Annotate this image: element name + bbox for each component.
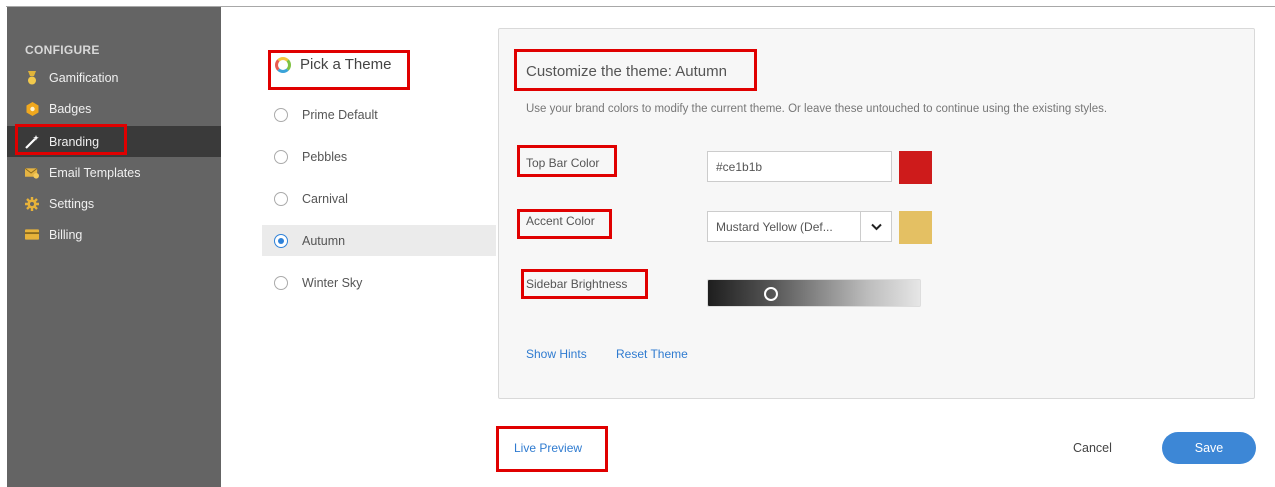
highlight-pick-theme — [268, 50, 410, 90]
email-icon — [25, 166, 39, 180]
accent-color-value: Mustard Yellow (Def... — [716, 220, 833, 234]
top-bar-color-swatch[interactable] — [899, 151, 932, 184]
radio-button[interactable] — [274, 149, 288, 164]
sidebar: CONFIGURE Gamification Badges Branding E… — [7, 7, 221, 487]
theme-option-carnival[interactable]: Carnival — [262, 183, 496, 214]
highlight-accent-color — [517, 209, 612, 239]
theme-option-label: Autumn — [302, 233, 346, 248]
reset-theme-link[interactable]: Reset Theme — [616, 347, 688, 361]
cancel-button[interactable]: Cancel — [1073, 441, 1112, 455]
sidebar-heading: CONFIGURE — [25, 43, 100, 57]
radio-button[interactable] — [274, 275, 288, 290]
radio-button[interactable] — [274, 191, 288, 206]
save-button[interactable]: Save — [1162, 432, 1256, 464]
sidebar-item-label: Settings — [49, 196, 95, 211]
sidebar-item-label: Email Templates — [49, 165, 141, 180]
top-bar-color-input[interactable]: #ce1b1b — [707, 151, 892, 182]
sidebar-item-billing[interactable]: Billing — [7, 219, 221, 250]
theme-option-label: Winter Sky — [302, 275, 363, 290]
slider-handle[interactable] — [764, 287, 778, 301]
sidebar-item-badges[interactable]: Badges — [7, 93, 221, 124]
sidebar-item-gamification[interactable]: Gamification — [7, 62, 221, 93]
accent-color-select[interactable]: Mustard Yellow (Def... — [707, 211, 892, 242]
sidebar-brightness-slider[interactable] — [707, 279, 921, 307]
radio-button[interactable] — [274, 107, 288, 122]
accent-color-swatch[interactable] — [899, 211, 932, 244]
highlight-top-bar-color — [517, 145, 617, 177]
customize-description: Use your brand colors to modify the curr… — [526, 103, 1108, 115]
sidebar-item-settings[interactable]: Settings — [7, 188, 221, 219]
theme-option-prime-default[interactable]: Prime Default — [262, 99, 496, 130]
gear-icon — [25, 196, 39, 211]
theme-option-label: Pebbles — [302, 149, 348, 164]
show-hints-link[interactable]: Show Hints — [526, 347, 587, 361]
highlight-customize-title — [514, 49, 757, 91]
sidebar-item-email-templates[interactable]: Email Templates — [7, 157, 221, 188]
theme-option-autumn[interactable]: Autumn — [262, 225, 496, 256]
highlight-sidebar-brightness — [521, 269, 648, 299]
chevron-down-icon[interactable] — [860, 212, 891, 241]
highlight-live-preview — [496, 426, 608, 472]
theme-option-label: Carnival — [302, 191, 348, 206]
highlight-branding — [15, 124, 127, 155]
sidebar-item-label: Gamification — [49, 70, 119, 85]
badge-icon — [25, 101, 39, 116]
sidebar-item-label: Badges — [49, 101, 92, 116]
theme-option-label: Prime Default — [302, 107, 378, 122]
medal-icon — [25, 70, 39, 85]
theme-option-pebbles[interactable]: Pebbles — [262, 141, 496, 172]
radio-button-selected[interactable] — [274, 233, 288, 248]
card-icon — [25, 228, 39, 242]
sidebar-item-label: Billing — [49, 227, 83, 242]
theme-option-winter-sky[interactable]: Winter Sky — [262, 267, 496, 298]
